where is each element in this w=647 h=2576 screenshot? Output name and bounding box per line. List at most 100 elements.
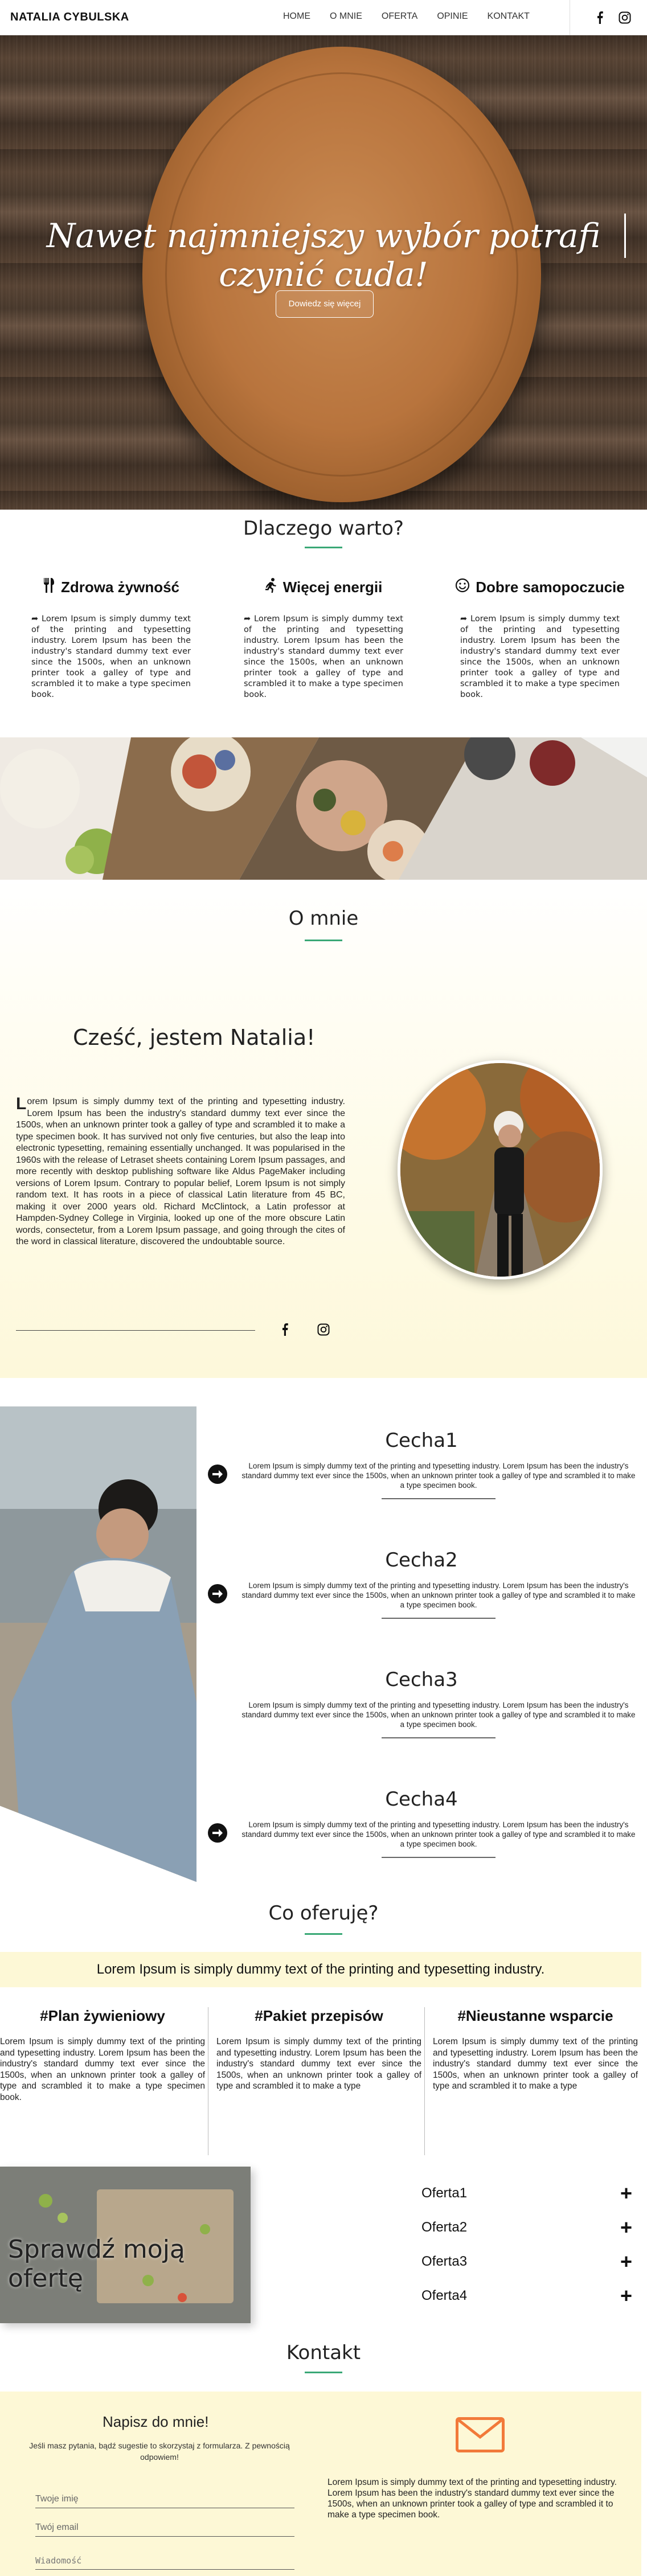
portrait-illustration xyxy=(400,1063,600,1277)
contact-section-title: Kontakt xyxy=(286,2341,361,2364)
menu-item-home[interactable]: HOME xyxy=(273,11,320,22)
why-column-healthy-food: Zdrowa żywność ➦ Lorem Ipsum is simply du… xyxy=(26,578,196,700)
accordion-item[interactable]: Oferta3 + xyxy=(421,2251,632,2272)
feature-text: Lorem Ipsum is simply dummy text of the … xyxy=(241,1701,636,1729)
beach-illustration xyxy=(0,1406,196,1882)
check-offer-banner[interactable]: Sprawdź moją ofertę xyxy=(0,2167,251,2323)
offer-heading: #Nieustanne wsparcie xyxy=(457,2007,613,2024)
offer-text: Lorem Ipsum is simply dummy text of the … xyxy=(0,2037,205,2102)
why-column-wellbeing: Dobre samopoczucie ➦ Lorem Ipsum is simpl… xyxy=(454,578,625,700)
portrait-photo xyxy=(398,1060,603,1279)
about-greeting: Cześć, jestem Natalia! xyxy=(73,1025,316,1050)
why-text: Lorem Ipsum is simply dummy text of the … xyxy=(244,614,403,699)
feature-divider xyxy=(382,1857,496,1858)
woman-beach-photo xyxy=(0,1406,196,1882)
accordion-item[interactable]: Oferta2 + xyxy=(421,2217,632,2238)
title-underline xyxy=(305,1933,342,1935)
hero-text-cursor xyxy=(624,214,626,258)
offer-section-title: Co oferuję? xyxy=(268,1902,379,1925)
offer-column-recipes: #Pakiet przepisów Lorem Ipsum is simply … xyxy=(216,2007,421,2092)
accordion-label: Oferta4 xyxy=(421,2288,468,2303)
plus-icon[interactable]: + xyxy=(620,2183,632,2204)
smile-icon xyxy=(455,578,470,597)
cutlery-icon xyxy=(43,578,55,597)
offer-column-plan: #Plan żywieniowy Lorem Ipsum is simply d… xyxy=(0,2007,205,2103)
offer-divider xyxy=(424,2007,425,2155)
feature-text: Lorem Ipsum is simply dummy text of the … xyxy=(241,1462,636,1490)
why-text: Lorem Ipsum is simply dummy text of the … xyxy=(31,614,191,699)
offer-column-support: #Nieustanne wsparcie Lorem Ipsum is simp… xyxy=(433,2007,638,2092)
email-field[interactable]: Twój email xyxy=(35,2522,294,2537)
check-offer-label: Sprawdź moją ofertę xyxy=(8,2235,185,2293)
plus-icon[interactable]: + xyxy=(620,2217,632,2238)
about-divider xyxy=(16,1330,255,1331)
arrow-right-icon[interactable] xyxy=(208,1465,227,1484)
feature-text: Lorem Ipsum is simply dummy text of the … xyxy=(241,1581,636,1609)
name-field[interactable]: Twoje imię xyxy=(35,2494,294,2508)
why-heading: Dobre samopoczucie xyxy=(476,579,625,596)
why-heading: Zdrowa żywność xyxy=(60,579,180,596)
menu-item-oferta[interactable]: OFERTA xyxy=(372,11,427,22)
accordion-item[interactable]: Oferta4 + xyxy=(421,2286,632,2306)
drop-cap: L xyxy=(16,1096,27,1113)
why-text: Lorem Ipsum is simply dummy text of the … xyxy=(460,614,620,699)
share-arrow-icon: ➦ xyxy=(31,614,39,624)
about-section-title: O mnie xyxy=(288,907,359,930)
accordion-label: Oferta1 xyxy=(421,2185,468,2201)
feature-title: Cecha2 xyxy=(385,1549,458,1572)
arrow-right-icon[interactable] xyxy=(208,1584,227,1603)
brand-logo[interactable]: NATALIA CYBULSKA xyxy=(10,11,129,24)
learn-more-button[interactable]: Dowiedz się więcej xyxy=(276,290,374,318)
accordion-label: Oferta2 xyxy=(421,2220,468,2235)
why-heading: Więcej energii xyxy=(282,579,383,596)
feature-divider xyxy=(382,1498,496,1499)
contact-form-title: Napisz do mnie! xyxy=(103,2413,209,2430)
menu-item-kontakt[interactable]: KONTAKT xyxy=(478,11,539,22)
hero-title: Nawet najmniejszy wybór potrafi czynić c… xyxy=(46,216,601,294)
menu-item-opinie[interactable]: OPINIE xyxy=(427,11,477,22)
offer-text: Lorem Ipsum is simply dummy text of the … xyxy=(433,2037,638,2091)
offer-text: Lorem Ipsum is simply dummy text of the … xyxy=(216,2037,421,2091)
offer-intro-band: Lorem Ipsum is simply dummy text of the … xyxy=(0,1952,641,1987)
running-icon xyxy=(265,578,277,597)
instagram-icon[interactable] xyxy=(316,1322,331,1337)
envelope-icon xyxy=(456,2417,505,2452)
facebook-icon[interactable] xyxy=(592,10,607,25)
feature-1: Cecha1 Lorem Ipsum is simply dummy text … xyxy=(205,1429,638,1499)
share-arrow-icon: ➦ xyxy=(460,614,468,624)
food-collage xyxy=(0,737,647,880)
feature-2: Cecha2 Lorem Ipsum is simply dummy text … xyxy=(205,1549,638,1619)
top-navbar: NATALIA CYBULSKA HOME O MNIE OFERTA OPIN… xyxy=(0,0,647,35)
feature-3: Cecha3 Lorem Ipsum is simply dummy text … xyxy=(205,1668,638,1738)
share-arrow-icon: ➦ xyxy=(244,614,251,624)
facebook-icon[interactable] xyxy=(277,1322,292,1337)
contact-form-subtitle: Jeśli masz pytania, bądź sugestie to sko… xyxy=(29,2441,290,2462)
accordion-item[interactable]: Oferta1 + xyxy=(421,2183,632,2204)
instagram-icon[interactable] xyxy=(617,10,632,25)
arrow-right-icon[interactable] xyxy=(208,1823,227,1843)
feature-text: Lorem Ipsum is simply dummy text of the … xyxy=(241,1820,636,1848)
message-field[interactable]: Wiadomość xyxy=(35,2556,294,2570)
main-menu: HOME O MNIE OFERTA OPINIE KONTAKT xyxy=(273,11,539,22)
feature-title: Cecha4 xyxy=(385,1788,458,1811)
title-underline xyxy=(305,940,342,941)
about-paragraph: orem Ipsum is simply dummy text of the p… xyxy=(16,1097,345,1246)
menu-item-o-mnie[interactable]: O MNIE xyxy=(320,11,372,22)
feature-divider xyxy=(382,1737,496,1738)
feature-divider xyxy=(382,1618,496,1619)
title-underline xyxy=(305,2372,342,2373)
title-underline xyxy=(305,547,342,548)
plus-icon[interactable]: + xyxy=(620,2286,632,2306)
contact-text: Lorem Ipsum is simply dummy text of the … xyxy=(327,2477,617,2520)
feature-4: Cecha4 Lorem Ipsum is simply dummy text … xyxy=(205,1788,638,1858)
about-text: Lorem Ipsum is simply dummy text of the … xyxy=(16,1096,345,1304)
food-photo-banner xyxy=(0,737,647,880)
feature-title: Cecha3 xyxy=(385,1668,458,1691)
offer-heading: #Pakiet przepisów xyxy=(255,2007,383,2024)
why-section-title: Dlaczego warto? xyxy=(243,517,404,540)
why-column-energy: Więcej energii ➦ Lorem Ipsum is simply du… xyxy=(238,578,409,700)
offer-heading: #Plan żywieniowy xyxy=(40,2007,165,2024)
plus-icon[interactable]: + xyxy=(620,2251,632,2272)
accordion-label: Oferta3 xyxy=(421,2254,468,2269)
feature-title: Cecha1 xyxy=(385,1429,458,1452)
